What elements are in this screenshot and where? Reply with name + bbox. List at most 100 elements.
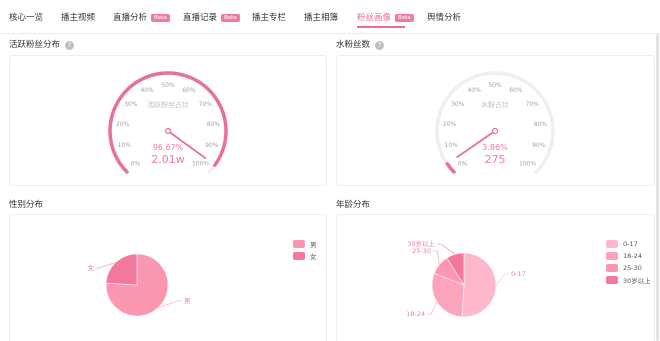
gauge-tick-label: 60%: [182, 87, 196, 94]
pie-label-line: [437, 243, 456, 255]
pie-slice-label: 18-24: [406, 310, 425, 318]
legend-label: 女: [310, 253, 317, 261]
gauge-tick-label: 0%: [131, 161, 141, 168]
age-panel: 0-17 18-24 25-30 30岁以上 0-17 18-24 25-30 30岁以上: [336, 214, 655, 341]
legend-swatch: [606, 264, 618, 272]
gender-pie-chart: 男女: [88, 253, 191, 317]
pie-slice: [461, 252, 497, 318]
gauge-count-value: 2.01w: [151, 153, 185, 166]
help-icon[interactable]: ?: [65, 41, 75, 50]
gauge-tick-label: 100%: [192, 161, 209, 168]
tab-label: 直播分析: [113, 13, 148, 23]
gauge-tick-label: 50%: [161, 82, 175, 89]
pie-label-line: [433, 250, 440, 265]
gauge-tick-label: 10%: [118, 142, 132, 149]
active-fans-gauge: 0% 10% 20% 30%40% 50% 60%70% 80% 90% 100% 活跃粉丝占比 9…: [108, 71, 228, 174]
pie-slice: [105, 253, 138, 286]
tab-label: 核心一览: [9, 13, 44, 23]
gauge-tick-label: 70%: [526, 101, 540, 108]
water-fans-gauge: 0% 10% 20% 30%40% 50% 60%70% 80% 90% 100% 水粉占比 3.8…: [435, 71, 555, 174]
legend-swatch: [606, 276, 618, 284]
legend-swatch: [293, 240, 305, 248]
gauge-tick-label: 40%: [467, 87, 481, 94]
gauge-tick-label: 80%: [534, 121, 548, 128]
gauge-tick-label: 20%: [443, 121, 457, 128]
gauge-value-arc: [445, 162, 456, 174]
pie-slice-label: 男: [184, 297, 191, 305]
tab-label: 播主视频: [61, 13, 96, 23]
gauge-tick-label: 60%: [509, 87, 523, 94]
tab-core-overview[interactable]: 核心一览: [9, 11, 43, 23]
legend-swatch: [293, 252, 305, 260]
legend-label: 18-24: [623, 252, 642, 260]
gauge-tick-label: 50%: [488, 82, 502, 89]
gauge-tick-label: 10%: [445, 142, 459, 149]
legend-label: 30岁以上: [623, 277, 651, 285]
tab-live-analysis[interactable]: 直播分析 Beta: [113, 11, 170, 23]
section-title-text: 年龄分布: [336, 200, 371, 210]
gauge-tick-label: 0%: [458, 161, 468, 168]
section-title-gender: 性别分布: [9, 198, 43, 210]
help-icon[interactable]: ?: [375, 41, 385, 50]
pie-slice-label: 女: [88, 263, 95, 272]
legend-item[interactable]: 30岁以上: [606, 274, 651, 286]
tab-label: 播主专栏: [252, 13, 287, 23]
gauge-tick-label: 100%: [519, 161, 536, 168]
beta-badge: Beta: [221, 14, 240, 22]
tab-live-records[interactable]: 直播记录 Beta: [183, 11, 240, 23]
tab-fan-profile[interactable]: 粉丝画像 Beta: [357, 11, 414, 23]
beta-badge: Beta: [395, 14, 414, 22]
beta-badge: Beta: [151, 14, 170, 22]
gauge-tick-label: 40%: [140, 87, 154, 94]
gender-panel: 男女 男女: [9, 214, 327, 341]
section-title-water-fans: 水粉丝数?: [336, 38, 385, 50]
legend-swatch: [606, 240, 618, 248]
pie-slice-label: 25-30: [412, 247, 431, 255]
pie-label-line: [427, 301, 438, 315]
legend-label: 0-17: [623, 240, 638, 248]
page-scrollbar[interactable]: [656, 34, 659, 341]
tab-bar: 核心一览 播主视频 直播分析 Beta 直播记录 Beta 播主专栏 播主相簿 粉丝…: [0, 0, 660, 34]
section-title-active-fans: 活跃粉丝分布?: [9, 38, 75, 50]
section-title-text: 水粉丝数: [336, 40, 371, 50]
legend-label: 25-30: [623, 264, 642, 272]
gauge-tick-label: 90%: [205, 142, 219, 149]
gauge-tick-label: 80%: [207, 121, 221, 128]
section-title-text: 活跃粉丝分布: [9, 40, 61, 50]
tab-label: 粉丝画像: [357, 13, 392, 23]
gauge-percent-value: 96.67%: [153, 143, 184, 152]
tab-streamer-videos[interactable]: 播主视频: [61, 11, 95, 23]
legend-item[interactable]: 0-17: [606, 238, 651, 250]
gender-legend: 男女: [293, 238, 317, 262]
tab-label: 直播记录: [183, 13, 218, 23]
legend-swatch: [606, 252, 618, 260]
gauge-count-value: 275: [485, 153, 506, 166]
tab-streamer-column[interactable]: 播主专栏: [252, 11, 286, 23]
pie-label-line: [495, 273, 509, 287]
gauge-percent-value: 3.86%: [482, 143, 508, 152]
gauge-tick-label: 70%: [199, 101, 213, 108]
gauge-tick-label: 90%: [532, 142, 546, 149]
section-title-age: 年龄分布: [336, 198, 370, 210]
legend-item[interactable]: 18-24: [606, 250, 651, 262]
gauge-pivot: [491, 127, 499, 135]
gauge-inner-label: 活跃粉丝占比: [147, 100, 189, 109]
active-fans-panel: 0% 10% 20% 30% 40% 50% 60% 70% 80% 90% 100% 活跃粉丝占比 9…: [9, 55, 327, 186]
legend-item[interactable]: 25-30: [606, 262, 651, 274]
gauge-inner-label: 水粉占比: [481, 100, 509, 109]
legend-item[interactable]: 男: [293, 238, 317, 250]
legend-item[interactable]: 女: [293, 250, 317, 262]
tab-public-opinion[interactable]: 舆情分析: [427, 11, 461, 23]
gauge-pivot: [164, 127, 172, 135]
gauge-tick-label: 20%: [116, 121, 130, 128]
active-tab-indicator: [357, 26, 405, 28]
section-title-text: 性别分布: [9, 200, 44, 210]
tab-label: 舆情分析: [427, 13, 462, 23]
gauge-tick-label: 30%: [124, 101, 138, 108]
age-legend: 0-17 18-24 25-30 30岁以上: [606, 238, 651, 286]
tab-streamer-album[interactable]: 播主相簿: [304, 11, 338, 23]
tab-label: 播主相簿: [304, 13, 339, 23]
legend-label: 男: [310, 241, 317, 249]
pie-slice-label: 30岁以上: [407, 239, 435, 248]
gauge-tick-label: 30%: [451, 101, 465, 108]
